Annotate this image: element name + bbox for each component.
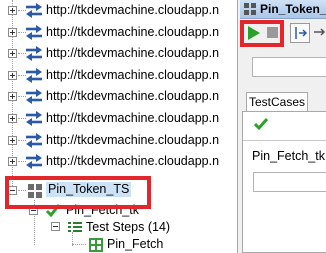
tab-testcases[interactable]: TestCases — [246, 92, 308, 112]
step-grid-icon — [89, 238, 103, 252]
blue-arrows-icon — [26, 154, 42, 170]
tree-item-service[interactable]: http://tkdevmachine.cloudapp.n — [0, 86, 237, 107]
service-label: http://tkdevmachine.cloudapp.n — [46, 46, 220, 61]
collapse-toggle[interactable] — [29, 206, 38, 215]
service-label: http://tkdevmachine.cloudapp.n — [46, 154, 220, 169]
collapse-toggle[interactable] — [8, 186, 17, 195]
sequential-mode-button[interactable] — [290, 23, 310, 43]
tree-item-service[interactable]: http://tkdevmachine.cloudapp.n — [0, 22, 237, 43]
expand-toggle[interactable] — [8, 49, 17, 59]
editor-title-bar: Pin_Token_ — [240, 0, 326, 19]
tree-item-service[interactable]: http://tkdevmachine.cloudapp.n — [0, 151, 237, 172]
testcase-label: Pin_Fetch_tk — [66, 203, 139, 217]
tree-connector — [18, 190, 26, 191]
collapse-toggle[interactable] — [51, 222, 60, 231]
check-icon[interactable] — [253, 116, 269, 132]
service-label: http://tkdevmachine.cloudapp.n — [46, 132, 220, 147]
testcase-name: Pin_Fetch_tk — [252, 149, 325, 163]
service-label: http://tkdevmachine.cloudapp.n — [46, 3, 220, 17]
testsuite-grid-icon — [28, 184, 42, 198]
testsuite-label: Pin_Token_TS — [46, 182, 132, 197]
expand-toggle[interactable] — [8, 114, 17, 123]
tree-item-service[interactable]: http://tkdevmachine.cloudapp.n — [0, 130, 237, 151]
testcases-pane: Pin_Fetch_tk — [242, 111, 326, 253]
blue-arrows-icon — [26, 46, 42, 62]
run-button[interactable] — [242, 22, 264, 44]
testsuite-editor: Pin_Token_ TestCases Pin_Fetch_tk — [237, 0, 326, 253]
parallel-arrow-icon — [314, 28, 326, 36]
expand-toggle[interactable] — [8, 92, 17, 102]
testcase-progress-field — [253, 172, 326, 192]
filter-field[interactable] — [252, 57, 326, 77]
service-label: http://tkdevmachine.cloudapp.n — [46, 89, 220, 104]
expand-toggle[interactable] — [8, 135, 17, 145]
sequential-arrow-icon — [295, 27, 308, 39]
divider — [243, 140, 326, 141]
tree-item-service[interactable]: http://tkdevmachine.cloudapp.n — [0, 43, 237, 64]
expand-toggle[interactable] — [8, 6, 17, 15]
testcase-check-icon — [45, 204, 61, 218]
blue-arrows-icon — [26, 111, 42, 126]
tree-item-service[interactable]: http://tkdevmachine.cloudapp.n — [0, 65, 237, 86]
project-tree: http://tkdevmachine.cloudapp.n http://tkd… — [0, 0, 237, 253]
testsuite-grid-icon — [244, 3, 256, 15]
expand-toggle[interactable] — [8, 27, 17, 37]
service-label: http://tkdevmachine.cloudapp.n — [46, 111, 220, 125]
blue-arrows-icon — [26, 132, 42, 148]
parallel-mode-button[interactable] — [312, 23, 326, 45]
play-icon — [248, 26, 260, 40]
blue-arrows-icon — [26, 67, 42, 83]
service-label: http://tkdevmachine.cloudapp.n — [46, 67, 220, 82]
stop-icon — [267, 27, 278, 38]
service-label: http://tkdevmachine.cloudapp.n — [46, 24, 220, 39]
tree-item-service[interactable]: http://tkdevmachine.cloudapp.n — [0, 108, 237, 129]
expand-toggle[interactable] — [8, 157, 17, 167]
blue-arrows-icon — [26, 3, 42, 18]
tree-connector — [72, 244, 86, 245]
test-steps-list-icon — [68, 222, 82, 232]
blue-arrows-icon — [26, 24, 42, 40]
stop-button[interactable] — [262, 22, 284, 44]
step-label: Pin_Fetch — [107, 237, 164, 251]
tree-item-step[interactable]: Pin_Fetch — [0, 236, 237, 253]
test-steps-label: Test Steps (14) — [86, 220, 171, 234]
tree-item-testsuite[interactable]: Pin_Token_TS — [0, 180, 237, 201]
expand-toggle[interactable] — [8, 70, 17, 80]
blue-arrows-icon — [26, 89, 42, 105]
editor-title: Pin_Token_ — [260, 2, 326, 16]
tree-item-service[interactable]: http://tkdevmachine.cloudapp.n — [0, 0, 237, 21]
